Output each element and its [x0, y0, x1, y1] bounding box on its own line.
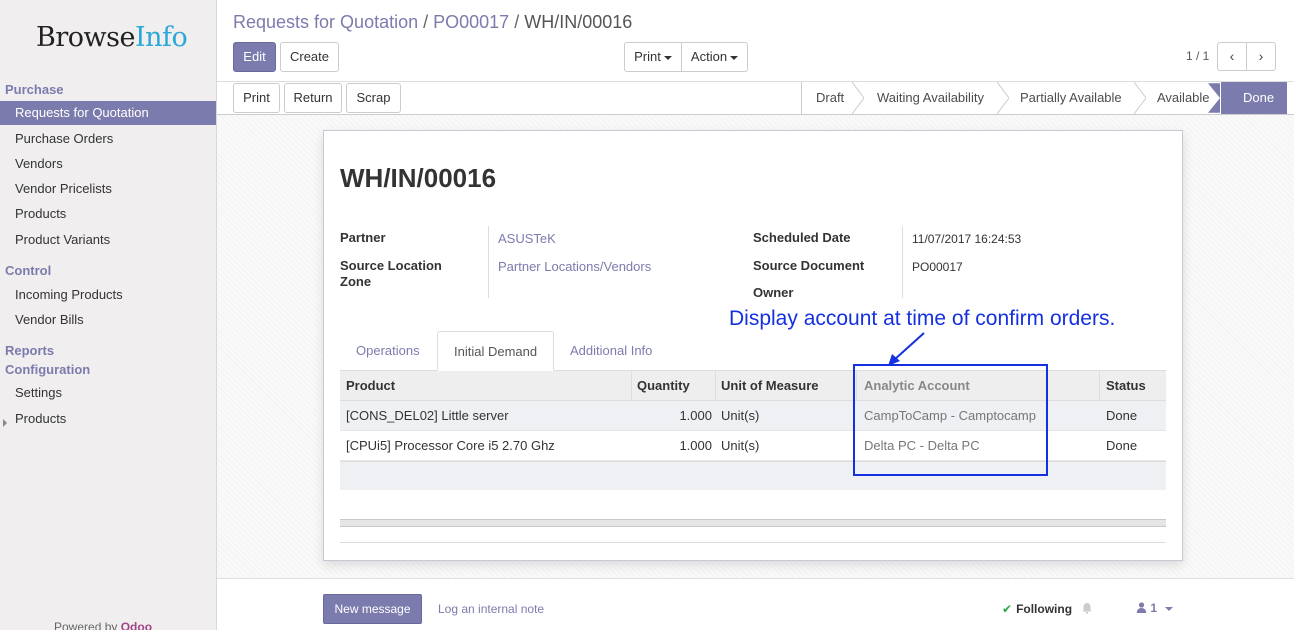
cell-product: [CONS_DEL02] Little server	[346, 408, 509, 423]
breadcrumb-current: WH/IN/00016	[524, 12, 633, 32]
sidebar-item-products[interactable]: Products	[0, 202, 216, 226]
source-location-label-line1: Source Location	[340, 258, 442, 273]
print-dropdown[interactable]: Print	[624, 42, 682, 72]
source-document-label: Source Document	[753, 258, 865, 273]
tab-additional-info[interactable]: Additional Info	[554, 331, 668, 371]
stage-waiting-availability[interactable]: Waiting Availability	[877, 82, 984, 114]
print-dropdown-label: Print	[634, 49, 661, 64]
cell-uom: Unit(s)	[721, 438, 760, 453]
breadcrumb-po[interactable]: PO00017	[433, 12, 509, 32]
sidebar-item-settings[interactable]: Settings	[0, 381, 216, 405]
cell-status: Done	[1106, 438, 1138, 453]
stage-draft[interactable]: Draft	[816, 82, 844, 114]
stage-done: Done	[1221, 82, 1287, 114]
print-button[interactable]: Print	[233, 83, 280, 113]
tab-operations[interactable]: Operations	[340, 331, 436, 371]
sidebar-item-config-products[interactable]: Products	[0, 407, 216, 431]
logo-text: Browse	[36, 22, 135, 53]
owner-label: Owner	[753, 285, 794, 300]
cell-quantity: 1.000	[679, 438, 712, 453]
column-product[interactable]: Product	[346, 371, 395, 401]
field-divider	[902, 226, 903, 298]
breadcrumb-rfq[interactable]: Requests for Quotation	[233, 12, 418, 32]
stage-separator	[997, 82, 1009, 114]
stage-partially-available[interactable]: Partially Available	[1020, 82, 1122, 114]
pager-previous-button[interactable]: ‹	[1217, 42, 1247, 71]
followers-dropdown[interactable]: 1	[1136, 601, 1174, 615]
source-location-label: Source Location Zone	[340, 258, 442, 291]
sidebar-item-vendor-bills[interactable]: Vendor Bills	[0, 308, 216, 332]
log-note-link[interactable]: Log an internal note	[438, 602, 544, 616]
powered-by: Powered by Odoo	[54, 620, 152, 630]
sidebar-item-incoming-products[interactable]: Incoming Products	[0, 283, 216, 307]
cell-status: Done	[1106, 408, 1138, 423]
sidebar: BrowseInfo Purchase Requests for Quotati…	[0, 0, 217, 630]
column-separator	[715, 371, 716, 401]
sidebar-item-vendors[interactable]: Vendors	[0, 152, 216, 176]
following-label: Following	[1016, 602, 1073, 616]
breadcrumb: Requests for Quotation / PO00017/WH/IN/000…	[233, 12, 633, 32]
annotation-highlight-box	[853, 364, 1048, 476]
stage-available[interactable]: Available	[1157, 82, 1210, 114]
source-location-label-line2: Zone	[340, 274, 372, 289]
source-document-value: PO00017	[912, 260, 963, 274]
section-purchase: Purchase	[5, 82, 64, 97]
section-control: Control	[5, 263, 52, 278]
tab-initial-demand[interactable]: Initial Demand	[437, 331, 555, 371]
stage-separator	[1134, 82, 1146, 114]
powered-by-text: Powered by	[54, 620, 118, 630]
cell-uom: Unit(s)	[721, 408, 760, 423]
edit-button[interactable]: Edit	[233, 42, 276, 72]
scheduled-date-value: 11/07/2017 16:24:53	[912, 232, 1022, 246]
user-icon	[1136, 602, 1147, 613]
partner-label: Partner	[340, 230, 386, 245]
logo-text-accent: Info	[134, 22, 188, 53]
sidebar-item-requests-for-quotation[interactable]: Requests for Quotation	[0, 101, 216, 125]
followers-count: 1	[1150, 601, 1158, 615]
section-reports[interactable]: Reports	[5, 343, 54, 358]
column-status[interactable]: Status	[1106, 371, 1146, 401]
following-button[interactable]: ✔ Following	[1002, 602, 1072, 616]
annotation-text: Display account at time of confirm order…	[729, 307, 1116, 330]
action-dropdown-label: Action	[690, 49, 728, 64]
section-configuration: Configuration	[5, 362, 91, 377]
bell-icon[interactable]	[1081, 602, 1093, 614]
browseinfo-logo[interactable]: BrowseInfo	[36, 22, 188, 53]
scheduled-date-label: Scheduled Date	[753, 230, 851, 245]
stage-separator	[852, 82, 864, 114]
column-unit-of-measure[interactable]: Unit of Measure	[721, 371, 819, 401]
odoo-link[interactable]: Odoo	[121, 620, 152, 630]
cell-product: [CPUi5] Processor Core i5 2.70 Ghz	[346, 438, 555, 453]
create-button[interactable]: Create	[280, 42, 339, 72]
partner-value[interactable]: ASUSTeK	[498, 231, 556, 246]
caret-down-icon	[663, 55, 672, 60]
field-divider	[488, 226, 489, 298]
cell-quantity: 1.000	[679, 408, 712, 423]
sidebar-item-purchase-orders[interactable]: Purchase Orders	[0, 127, 216, 151]
scrap-button[interactable]: Scrap	[346, 83, 401, 113]
chevron-left-icon: ‹	[1229, 48, 1235, 64]
divider	[340, 542, 1166, 543]
record-title: WH/IN/00016	[340, 163, 497, 193]
column-separator	[1099, 371, 1100, 401]
chevron-right-icon: ›	[1258, 48, 1264, 64]
pager-value: 1 / 1	[1186, 49, 1210, 63]
sidebar-item-vendor-pricelists[interactable]: Vendor Pricelists	[0, 177, 216, 201]
action-dropdown[interactable]: Action	[681, 42, 748, 72]
check-icon: ✔	[1002, 602, 1013, 616]
column-separator	[631, 371, 632, 401]
return-button[interactable]: Return	[284, 83, 342, 113]
pager-next-button[interactable]: ›	[1246, 42, 1276, 71]
source-location-value[interactable]: Partner Locations/Vendors	[498, 259, 651, 274]
table-footer	[340, 519, 1166, 527]
caret-down-icon	[730, 55, 739, 60]
caret-down-icon	[1165, 606, 1174, 611]
sidebar-item-product-variants[interactable]: Product Variants	[0, 228, 216, 252]
new-message-button[interactable]: New message	[323, 594, 422, 624]
stage-arrow	[1208, 83, 1220, 113]
column-quantity[interactable]: Quantity	[637, 371, 690, 401]
